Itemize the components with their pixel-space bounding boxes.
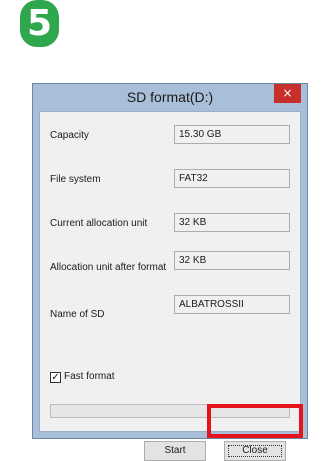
- step-number: 5: [26, 3, 53, 44]
- checkmark-icon: ✓: [51, 372, 60, 383]
- sd-name-field[interactable]: ALBATROSSII: [174, 295, 290, 314]
- current-allocation-unit-field: 32 KB: [174, 213, 290, 232]
- file-system-field: FAT32: [174, 169, 290, 188]
- allocation-unit-after-format-field[interactable]: 32 KB: [174, 251, 290, 270]
- sd-format-dialog: SD format(D:) × Capacity 15.30 GB File s…: [32, 83, 308, 461]
- close-icon[interactable]: ×: [274, 84, 301, 103]
- dialog-body: Capacity 15.30 GB File system FAT32 Curr…: [39, 111, 301, 461]
- close-button-highlight: [207, 404, 303, 438]
- capacity-label: Capacity: [50, 130, 89, 141]
- capacity-field: 15.30 GB: [174, 125, 290, 144]
- dialog-title: SD format(D:): [126, 89, 214, 105]
- title-bar[interactable]: SD format(D:) ×: [33, 84, 307, 111]
- close-button-label: Close: [242, 445, 268, 456]
- close-button[interactable]: Close: [224, 441, 286, 461]
- allocation-unit-after-format-label: Allocation unit after format: [50, 262, 167, 273]
- fast-format-checkbox[interactable]: ✓: [50, 372, 61, 383]
- current-allocation-unit-label: Current allocation unit: [50, 218, 148, 229]
- sd-name-label: Name of SD: [50, 309, 105, 320]
- fast-format-label[interactable]: Fast format: [64, 371, 115, 382]
- file-system-label: File system: [50, 174, 101, 185]
- step-number-badge: 5: [20, 0, 59, 47]
- start-button[interactable]: Start: [144, 441, 206, 461]
